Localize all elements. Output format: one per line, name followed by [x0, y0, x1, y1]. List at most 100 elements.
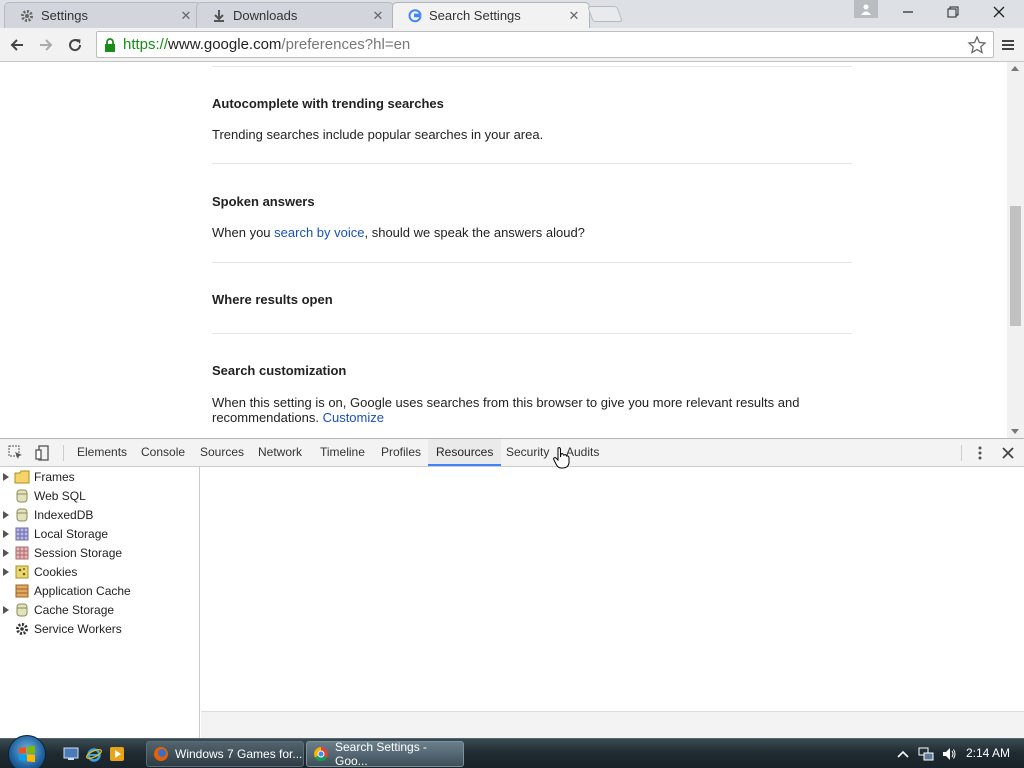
device-mode-icon[interactable]: [34, 444, 52, 462]
tab-profiles[interactable]: Profiles: [373, 439, 429, 466]
scroll-down-arrow[interactable]: [1011, 429, 1019, 434]
expand-arrow-icon[interactable]: [0, 543, 12, 562]
section-description: When this setting is on, Google uses sea…: [212, 395, 852, 425]
tree-item-local-storage[interactable]: Local Storage: [0, 524, 199, 543]
storage-grid-icon: [15, 546, 29, 559]
forward-button[interactable]: [34, 33, 58, 57]
show-desktop-icon[interactable]: [62, 745, 80, 763]
expand-arrow-icon[interactable]: [0, 524, 12, 543]
close-icon[interactable]: ✕: [371, 8, 385, 23]
devtools-tab-bar: Elements Console Sources Network Timelin…: [0, 439, 1024, 467]
tree-label: Session Storage: [34, 545, 123, 560]
task-title: Windows 7 Games for...: [175, 747, 303, 761]
tab-security[interactable]: Security: [498, 439, 557, 466]
text-segment: When you: [212, 225, 275, 240]
tree-item-cookies[interactable]: Cookies: [0, 562, 199, 581]
tree-item-indexeddb[interactable]: IndexedDB: [0, 505, 199, 524]
restore-button[interactable]: [930, 0, 976, 24]
back-button[interactable]: [5, 33, 29, 57]
tab-timeline[interactable]: Timeline: [312, 439, 373, 466]
close-window-button[interactable]: [976, 0, 1022, 24]
divider: [212, 262, 852, 263]
browser-tab-strip: Settings ✕ Downloads ✕ Search Settings ✕: [0, 0, 1024, 28]
search-by-voice-link[interactable]: search by voice: [274, 225, 364, 240]
profile-icon[interactable]: [854, 0, 878, 18]
hand-cursor-icon: [552, 446, 572, 470]
customize-link[interactable]: Customize: [323, 410, 384, 425]
tree-label: Application Cache: [34, 583, 131, 598]
tab-network[interactable]: Network: [250, 439, 310, 466]
url-host: www.google.com: [168, 36, 282, 53]
taskbar-item-firefox[interactable]: Windows 7 Games for...: [146, 741, 304, 767]
tab-sources[interactable]: Sources: [192, 439, 252, 466]
chrome-icon: [314, 747, 328, 761]
gear-icon: [16, 622, 28, 635]
gear-icon: [19, 8, 35, 24]
system-clock[interactable]: 2:14 AM: [966, 746, 1010, 760]
tab-console[interactable]: Console: [133, 439, 193, 466]
expand-arrow-icon[interactable]: [0, 562, 12, 581]
tree-item-application-cache[interactable]: Application Cache: [0, 581, 199, 600]
tab-title: Settings: [41, 8, 88, 23]
google-g-icon: [407, 8, 423, 24]
network-icon[interactable]: [918, 746, 934, 762]
minimize-button[interactable]: [885, 0, 931, 24]
section-description: When you search by voice, should we spea…: [212, 225, 585, 240]
tree-item-web-sql[interactable]: Web SQL: [0, 486, 199, 505]
inspect-element-icon[interactable]: [7, 444, 25, 462]
taskbar-item-chrome[interactable]: Search Settings - Goo...: [306, 740, 464, 768]
setting-search-customization: Search customization When this setting i…: [212, 363, 852, 425]
devtools-status-bar: [201, 711, 1024, 739]
tree-item-cache-storage[interactable]: Cache Storage: [0, 600, 199, 619]
setting-autocomplete-trending: Autocomplete with trending searches Tren…: [212, 96, 543, 142]
tree-item-service-workers[interactable]: Service Workers: [0, 619, 199, 638]
section-title: Spoken answers: [212, 194, 315, 209]
url-scheme: https://: [123, 36, 169, 53]
tab-downloads[interactable]: Downloads ✕: [196, 2, 394, 28]
new-tab-button[interactable]: [587, 6, 623, 22]
chrome-menu-icon[interactable]: [998, 34, 1018, 56]
setting-spoken-answers: Spoken answers When you search by voice,…: [212, 194, 585, 240]
tab-elements[interactable]: Elements: [69, 439, 135, 466]
page-scrollbar[interactable]: [1007, 62, 1024, 438]
app-cache-icon: [15, 584, 29, 597]
url-path: /preferences?hl=en: [281, 36, 411, 53]
setting-where-results-open: Where results open: [212, 292, 333, 307]
internet-explorer-icon[interactable]: [85, 745, 103, 763]
download-icon: [211, 8, 227, 24]
page-viewport: Autocomplete with trending searches Tren…: [0, 62, 1024, 438]
show-hidden-icons-chevron[interactable]: [895, 746, 911, 762]
media-player-icon[interactable]: [108, 745, 126, 763]
volume-icon[interactable]: [941, 746, 957, 762]
lock-icon: [101, 36, 119, 54]
expand-arrow-icon[interactable]: [0, 467, 12, 486]
firefox-icon: [154, 747, 168, 761]
reload-button[interactable]: [63, 33, 87, 57]
tab-resources[interactable]: Resources: [428, 439, 502, 466]
more-options-icon[interactable]: [971, 444, 989, 462]
scrollbar-thumb[interactable]: [1010, 206, 1021, 326]
toolbar-divider: [63, 445, 64, 461]
close-devtools-icon[interactable]: [999, 444, 1017, 462]
tab-search-settings[interactable]: Search Settings ✕: [392, 2, 590, 28]
tree-item-session-storage[interactable]: Session Storage: [0, 543, 199, 562]
browser-toolbar: https://www.google.com/preferences?hl=en: [0, 28, 1024, 62]
text-segment: When this setting is on, Google uses sea…: [212, 395, 800, 425]
tree-label: Cookies: [34, 564, 78, 579]
close-icon[interactable]: ✕: [567, 8, 581, 23]
start-button[interactable]: [8, 735, 46, 768]
windows-logo-icon: [19, 745, 35, 763]
close-icon[interactable]: ✕: [179, 8, 193, 23]
address-bar[interactable]: https://www.google.com/preferences?hl=en: [96, 31, 994, 58]
scroll-up-arrow[interactable]: [1011, 66, 1019, 71]
expand-arrow-icon[interactable]: [0, 505, 12, 524]
devtools-panel: Elements Console Sources Network Timelin…: [0, 438, 1024, 739]
tab-settings[interactable]: Settings ✕: [4, 2, 202, 28]
tree-label: IndexedDB: [34, 507, 94, 522]
section-title: Autocomplete with trending searches: [212, 96, 444, 111]
tree-item-frames[interactable]: Frames: [0, 467, 199, 486]
bookmark-star-icon[interactable]: [967, 35, 987, 59]
cookie-icon: [15, 565, 29, 578]
tree-label: Frames: [34, 469, 75, 484]
expand-arrow-icon[interactable]: [0, 600, 12, 619]
